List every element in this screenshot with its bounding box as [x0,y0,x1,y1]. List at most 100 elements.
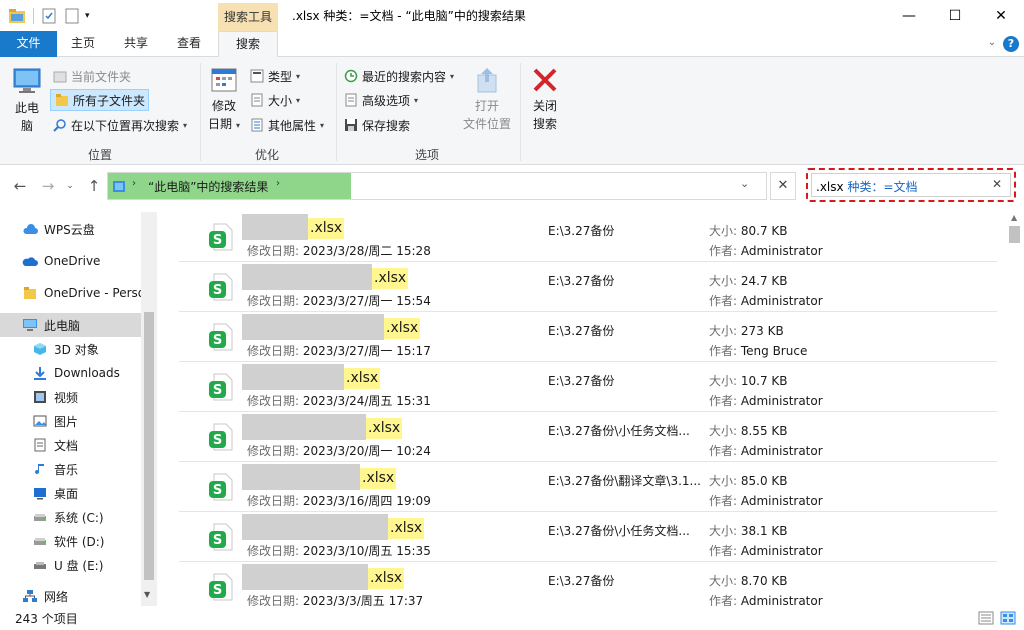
sidebar-item[interactable]: 音乐 [0,457,141,481]
file-row[interactable]: S .xlsx 修改日期: 2023/3/20/周一 10:24 E:\3.27备份\… [179,412,997,462]
maximize-button[interactable]: ☐ [932,0,978,31]
sidebar-item[interactable]: 系统 (C:) [0,505,141,529]
redacted-filename [242,464,360,490]
file-author: 作者: Administrator [709,242,823,259]
app-icon[interactable] [8,7,28,25]
help-icon[interactable]: ? [1003,36,1019,52]
ribbon-tabs: 文件 主页 共享 查看 搜索 ⌄ ? [0,31,1024,58]
sidebar-item-label: 软件 (D:) [54,534,105,549]
file-row[interactable]: S .xlsx 修改日期: 2023/3/28/周二 15:28 E:\3.27备份 大… [179,212,997,262]
sidebar-item[interactable]: 此电脑 [0,313,141,337]
tab-view[interactable]: 查看 [163,31,215,57]
sidebar-item[interactable]: Downloads [0,361,141,385]
save-search-button[interactable]: 保存搜索 [343,114,410,136]
clear-search-icon[interactable]: ✕ [992,177,1002,191]
address-bar[interactable]: › “此电脑”中的搜索结果 › ⌄ [107,172,767,200]
sidebar-item[interactable]: 视频 [0,385,141,409]
large-icons-view-icon[interactable] [1000,611,1016,625]
close-window-button[interactable]: ✕ [978,0,1024,31]
sidebar-item-label: OneDrive - Personal [44,286,141,300]
title-bar: ▾ 搜索工具 .xlsx 种类：=文档 - “此电脑”中的搜索结果 — ☐ ✕ [0,0,1024,31]
sidebar-item[interactable]: OneDrive - Personal [0,281,141,305]
file-size: 大小: 10.7 KB [709,372,788,389]
file-location: E:\3.27备份 [548,574,615,588]
size-label: 大小: [709,274,741,288]
close-search-button[interactable]: 关闭 搜索 [526,65,564,133]
results-scrollbar[interactable]: ▲ [1006,212,1024,606]
recent-searches-button[interactable]: 最近的搜索内容 ▾ [343,65,454,87]
modified-label: 修改日期: [247,294,303,308]
recent-locations-button[interactable]: ⌄ [60,176,80,196]
sidebar-item[interactable]: 桌面 [0,481,141,505]
stop-search-button[interactable]: ✕ [770,172,796,200]
tab-home[interactable]: 主页 [57,31,109,57]
size-label: 大小: [709,324,741,338]
author-value: Administrator [740,544,823,558]
svg-text:S: S [213,333,222,348]
drive-icon [32,509,48,525]
author-label: 作者: [709,494,741,508]
quick-access-divider [33,8,34,24]
open-file-location-button[interactable]: 打开 文件位置 [460,65,514,133]
tab-share[interactable]: 共享 [109,31,163,57]
file-author: 作者: Administrator [709,492,823,509]
scroll-up-icon[interactable]: ▲ [1011,213,1017,222]
kind-button[interactable]: 类型 ▾ [249,65,300,87]
minimize-button[interactable]: — [886,0,932,31]
recent-searches-label: 最近的搜索内容 [362,69,447,84]
author-value: Administrator [740,294,823,308]
close-icon: ✕ [777,178,789,193]
spreadsheet-file-icon: S [209,323,233,351]
sidebar-item[interactable]: 3D 对象 [0,337,141,361]
author-value: Administrator [740,244,823,258]
this-pc-scope-button[interactable]: 此电脑 [8,65,46,135]
properties-icon[interactable] [41,7,57,25]
sidebar-item[interactable]: 软件 (D:) [0,529,141,553]
kind-label: 类型 [268,69,293,84]
nav-scroll-thumb[interactable] [144,312,154,580]
sidebar-item[interactable]: 图片 [0,409,141,433]
search-input[interactable]: .xlsx 种类：=文档 ✕ [811,173,1011,197]
tab-file[interactable]: 文件 [0,31,57,57]
scroll-down-icon[interactable]: ▼ [144,590,150,599]
address-dropdown-icon[interactable]: ⌄ [740,177,749,190]
file-row[interactable]: S .xlsx 修改日期: 2023/3/24/周五 15:31 E:\3.27备份 大… [179,362,997,412]
file-row[interactable]: S .xlsx 修改日期: 2023/3/27/周一 15:17 E:\3.27备份 大… [179,312,997,362]
size-value: 85.0 KB [740,474,788,488]
sidebar-item[interactable]: WPS云盘 [0,217,141,241]
nav-scrollbar[interactable]: ▼ [141,212,157,606]
file-row[interactable]: S .xlsx 修改日期: 2023/3/3/周五 17:37 E:\3.27备份 大小… [179,562,997,606]
group-divider [520,63,521,161]
sidebar-item-label: 网络 [44,589,69,604]
up-button[interactable]: ↑ [84,176,104,196]
other-properties-button[interactable]: 其他属性 ▾ [249,114,324,136]
forward-button[interactable]: → [38,176,58,196]
sidebar-item[interactable]: 文档 [0,433,141,457]
breadcrumb-chevron-icon[interactable]: › [276,178,280,189]
new-folder-icon[interactable] [64,7,80,25]
tab-search[interactable]: 搜索 [218,31,278,58]
collapse-ribbon-icon[interactable]: ⌄ [985,37,999,51]
search-again-in-button[interactable]: 在以下位置再次搜索 ▾ [52,114,187,136]
sidebar-item[interactable]: U 盘 (E:) [0,553,141,577]
date-modified-button[interactable]: 修改 日期 ▾ [206,65,242,135]
back-button[interactable]: ← [10,176,30,196]
advanced-options-button[interactable]: 高级选项 ▾ [343,89,418,111]
chevron-down-icon: ▾ [183,120,188,130]
size-button[interactable]: 大小 ▾ [249,89,300,111]
breadcrumb[interactable]: “此电脑”中的搜索结果 [148,178,268,195]
results-scroll-thumb[interactable] [1009,226,1020,243]
usb-drive-icon [32,557,48,573]
all-subfolders-button[interactable]: 所有子文件夹 [50,89,150,111]
sidebar-item[interactable]: OneDrive [0,249,141,273]
search-results-list: S .xlsx 修改日期: 2023/3/28/周二 15:28 E:\3.27备份大… [157,212,1006,606]
sidebar-item[interactable]: 网络 [0,584,141,606]
file-row[interactable]: S .xlsx 修改日期: 2023/3/16/周四 19:09 E:\3.27备份\… [179,462,997,512]
sidebar-item-label: 系统 (C:) [54,510,104,525]
details-view-icon[interactable] [978,611,994,625]
customize-toolbar-icon[interactable]: ▾ [85,7,95,25]
file-row[interactable]: S .xlsx 修改日期: 2023/3/10/周五 15:35 E:\3.27备份\… [179,512,997,562]
file-row[interactable]: S .xlsx 修改日期: 2023/3/27/周一 15:54 E:\3.27备份 大… [179,262,997,312]
svg-text:S: S [213,483,222,498]
current-folder-button[interactable]: 当前文件夹 [52,65,131,87]
